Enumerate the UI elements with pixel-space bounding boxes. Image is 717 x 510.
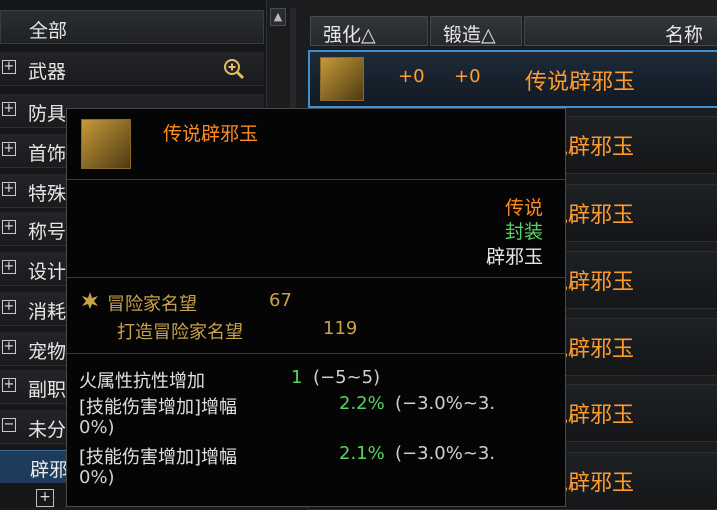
stat1-range: (−5~5) [313, 367, 381, 388]
expand-icon[interactable]: + [2, 340, 16, 354]
category-all-label: 全部 [29, 20, 68, 42]
jade-item-icon [320, 57, 364, 101]
expand-icon[interactable]: + [2, 60, 16, 74]
expand-icon[interactable]: + [2, 220, 16, 234]
category-label: 特殊 [28, 183, 67, 205]
expand-icon[interactable]: + [2, 260, 16, 274]
column-header-enhance[interactable]: 强化△ [310, 16, 428, 46]
zoom-in-icon[interactable] [223, 58, 245, 80]
tooltip-title: 传说辟邪玉 [163, 123, 259, 145]
collapse-icon[interactable]: − [2, 418, 16, 432]
expand-icon[interactable]: + [36, 489, 54, 507]
column-label: 名称 [665, 24, 704, 46]
stat1-value: 1 [291, 367, 303, 388]
category-label: 消耗 [28, 301, 67, 323]
enhance-value: +0 [398, 66, 425, 87]
category-item-weapon[interactable]: + 武器 [0, 52, 264, 86]
scroll-up-button[interactable]: ▲ [270, 8, 286, 26]
stat2-value: 2.2% [339, 393, 385, 414]
fame-icon [82, 292, 98, 309]
type-label: 辟邪玉 [485, 246, 543, 268]
fame-label: 冒险家名望 [107, 294, 197, 315]
column-header-forge[interactable]: 锻造△ [430, 16, 522, 46]
category-label: 未分 [28, 419, 67, 441]
stat2-label: [技能伤害增加]增幅 [79, 397, 238, 418]
category-all[interactable]: 全部 [0, 10, 264, 44]
item-tooltip: 传说辟邪玉 传说 封装 辟邪玉 冒险家名望 67 打造冒险家名望 119 火属性… [66, 108, 566, 507]
expand-icon[interactable]: + [2, 300, 16, 314]
stat3-value: 2.1% [339, 443, 385, 464]
expand-icon[interactable]: + [2, 142, 16, 156]
stat2-range: (−3.0%~3. [395, 393, 496, 414]
category-label: 宠物 [28, 341, 67, 363]
expand-icon[interactable]: + [2, 182, 16, 196]
craft-fame-value: 119 [323, 318, 358, 339]
forge-value: +0 [454, 66, 481, 87]
category-label: 设计 [28, 261, 67, 283]
stat1-label: 火属性抗性增加 [79, 371, 205, 392]
jade-item-icon [81, 119, 131, 169]
category-label: 称号 [28, 221, 67, 243]
item-name: 传说辟邪玉 [525, 70, 636, 95]
divider [67, 353, 565, 354]
craft-fame-label: 打造冒险家名望 [117, 322, 243, 343]
column-label: 强化△ [323, 24, 376, 46]
expand-icon[interactable]: + [2, 102, 16, 116]
fame-value: 67 [269, 290, 292, 311]
category-label: 首饰 [28, 143, 67, 165]
bind-label: 封装 [504, 221, 543, 243]
expand-icon[interactable]: + [2, 378, 16, 392]
stat3-range: (−3.0%~3. [395, 443, 496, 464]
category-label: 武器 [28, 61, 67, 83]
stat3-range-cont: 0%) [79, 467, 115, 488]
divider [67, 277, 565, 278]
category-label: 防具 [28, 103, 67, 125]
category-label: 副职 [28, 379, 67, 401]
stat2-range-cont: 0%) [79, 417, 115, 438]
column-label: 锻造△ [443, 24, 496, 46]
column-header-name[interactable]: 名称 [524, 16, 717, 46]
item-row[interactable]: +0 +0 传说辟邪玉 [308, 50, 717, 108]
rarity-label: 传说 [504, 197, 543, 219]
stat3-label: [技能伤害增加]增幅 [79, 447, 238, 468]
divider [67, 179, 565, 180]
